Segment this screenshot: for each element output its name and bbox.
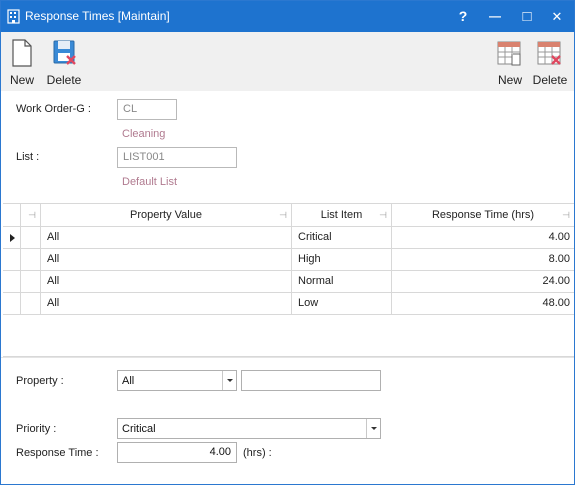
delete-button[interactable]: Delete (44, 32, 84, 91)
pin-icon: ⊣ (279, 210, 287, 220)
property-value-cell[interactable]: All (41, 293, 292, 315)
property-description-field[interactable] (241, 370, 381, 391)
property-dropdown[interactable]: All (117, 370, 237, 391)
list-item-cell[interactable]: Critical (292, 227, 392, 249)
row-indicator[interactable] (3, 271, 21, 293)
delete-row-button-label: Delete (532, 73, 568, 87)
delete-row-button[interactable]: Delete (530, 32, 570, 91)
new-button-label: New (9, 73, 34, 87)
property-value-cell[interactable]: All (41, 271, 292, 293)
row-indicator[interactable] (3, 293, 21, 315)
response-time-cell[interactable]: 24.00 (392, 271, 574, 293)
help-button[interactable]: ? (448, 1, 478, 32)
row-indicator[interactable] (3, 227, 21, 249)
new-grid-row-icon (497, 41, 521, 66)
work-order-label: Work Order-G : (16, 103, 91, 115)
list-item-cell[interactable]: High (292, 249, 392, 271)
response-time-cell[interactable]: 4.00 (392, 227, 574, 249)
section-divider (1, 357, 574, 358)
response-time-label: Response Time : (16, 447, 99, 459)
column-header-label: Property Value (130, 209, 202, 221)
priority-dropdown-value: Critical (122, 423, 156, 435)
grid-pin-header[interactable]: ⊣ (21, 204, 41, 227)
new-document-icon (12, 39, 32, 67)
response-time-cell[interactable]: 48.00 (392, 293, 574, 315)
row-spacer-cell (21, 249, 41, 271)
title-bar: Response Times [Maintain] ? — □ ✕ (1, 1, 574, 32)
response-time-unit: (hrs) : (243, 447, 272, 459)
column-header-property-value[interactable]: Property Value ⊣ (41, 204, 292, 227)
maximize-button[interactable]: □ (512, 1, 542, 32)
delete-button-label: Delete (46, 73, 82, 87)
pin-icon: ⊣ (28, 210, 36, 220)
column-header-label: Response Time (hrs) (431, 209, 535, 221)
building-icon (7, 9, 20, 24)
minimize-button[interactable]: — (480, 1, 510, 32)
priority-dropdown[interactable]: Critical (117, 418, 381, 439)
property-dropdown-value: All (122, 375, 135, 387)
new-row-button-label: New (497, 73, 522, 87)
pin-icon: ⊣ (562, 210, 570, 220)
list-item-cell[interactable]: Normal (292, 271, 392, 293)
column-header-list-item[interactable]: List Item ⊣ (292, 204, 392, 227)
work-order-description: Cleaning (122, 128, 166, 140)
response-time-cell[interactable]: 8.00 (392, 249, 574, 271)
row-spacer-cell (21, 227, 41, 249)
response-times-grid: ⊣ Property Value ⊣ List Item ⊣ Response … (3, 203, 574, 357)
property-value-cell[interactable]: All (41, 249, 292, 271)
grid-corner (3, 204, 21, 227)
window-title: Response Times [Maintain] (25, 9, 170, 23)
row-spacer-cell (21, 271, 41, 293)
response-times-window: Response Times [Maintain] ? — □ ✕ New De… (0, 0, 575, 485)
new-row-button[interactable]: New (490, 32, 530, 91)
delete-save-icon (53, 40, 76, 65)
property-label: Property : (16, 375, 64, 387)
property-value-cell[interactable]: All (41, 227, 292, 249)
list-item-cell[interactable]: Low (292, 293, 392, 315)
list-label: List : (16, 151, 40, 163)
column-header-response-time[interactable]: Response Time (hrs) ⊣ (392, 204, 574, 227)
list-description: Default List (122, 176, 178, 188)
toolbar: New Delete New Delete (1, 32, 574, 91)
work-order-field[interactable]: CL (117, 99, 177, 120)
close-button[interactable]: ✕ (542, 1, 572, 32)
response-time-field[interactable]: 4.00 (117, 442, 237, 463)
current-row-arrow-icon (10, 234, 15, 242)
pin-icon: ⊣ (379, 210, 387, 220)
delete-grid-row-icon (537, 41, 561, 65)
row-indicator[interactable] (3, 249, 21, 271)
chevron-down-icon[interactable] (222, 371, 236, 390)
priority-label: Priority : (16, 423, 57, 435)
list-field[interactable]: LIST001 (117, 147, 237, 168)
row-spacer-cell (21, 293, 41, 315)
chevron-down-icon[interactable] (366, 419, 380, 438)
new-button[interactable]: New (2, 32, 42, 91)
column-header-label: List Item (320, 209, 363, 221)
